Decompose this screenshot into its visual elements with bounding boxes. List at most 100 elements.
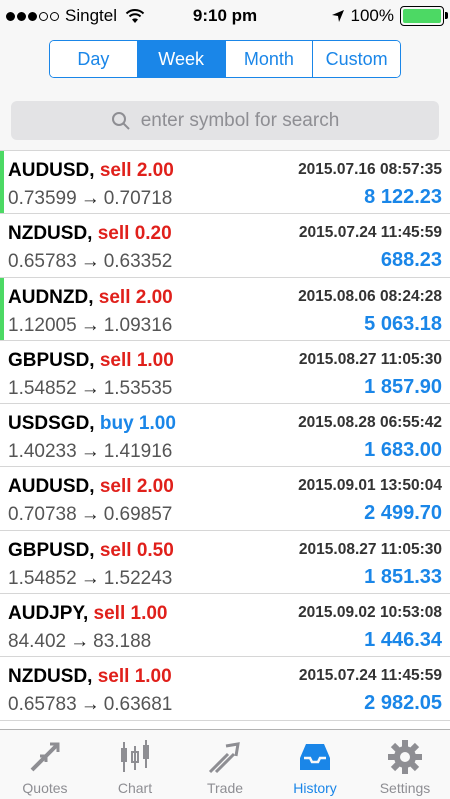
trade-icon — [208, 742, 240, 774]
tab-label: History — [293, 780, 337, 796]
trade-symbol: NZDUSD, — [8, 666, 93, 688]
tab-quotes[interactable]: Quotes — [0, 730, 90, 799]
trade-title: NZDUSD, sell 0.20 — [8, 223, 172, 245]
trade-action: buy 1.00 — [99, 413, 176, 435]
trade-profit: 2 982.05 — [364, 692, 442, 715]
search-placeholder: enter symbol for search — [140, 109, 340, 131]
trade-symbol: AUDUSD, — [8, 160, 95, 181]
tab-history[interactable]: History — [270, 730, 360, 799]
trade-row[interactable]: GBPUSD, sell 1.00 1.54852 → 1.53535 2015.08.… — [0, 341, 450, 405]
trade-profit: 2 499.70 — [364, 502, 442, 525]
trade-prices: 84.402 → 83.188 — [8, 631, 151, 653]
battery-percent: 100% — [350, 6, 394, 25]
close-price: 1.41916 — [103, 441, 173, 463]
trade-profit: 1 446.34 — [364, 629, 442, 652]
trade-title: GBPUSD, sell 0.50 — [8, 540, 174, 562]
trade-row[interactable]: USDSGD, buy 1.00 1.40233 → 1.41916 2015.08.2… — [0, 404, 450, 468]
open-price: 0.65783 — [8, 694, 77, 716]
close-price: 1.53535 — [103, 377, 173, 399]
trade-row[interactable]: NZDUSD, sell 1.00 0.65783 → 0.63681 2015.07.… — [0, 657, 450, 721]
right-arrow-icon: → — [80, 694, 100, 716]
tab-chart[interactable]: Chart — [90, 730, 180, 799]
trade-row[interactable]: AUDUSD, sell 2.00 0.70738 → 0.69857 2015.09.… — [0, 467, 450, 531]
location-arrow-icon — [331, 10, 344, 22]
tab-trade[interactable]: Trade — [180, 730, 270, 799]
period-custom-button[interactable]: Custom — [313, 41, 400, 77]
trade-prices: 0.73599 → 0.70718 — [8, 188, 172, 210]
trade-title: AUDJPY, sell 1.00 — [8, 603, 167, 625]
trade-row-partial[interactable] — [0, 721, 450, 729]
trade-row[interactable]: AUDJPY, sell 1.00 84.402 → 83.188 2015.09.02… — [0, 594, 450, 658]
trade-date: 2015.08.27 11:05:30 — [298, 350, 442, 368]
right-arrow-icon: → — [80, 251, 100, 273]
close-price: 0.69857 — [103, 504, 173, 526]
trade-profit: 1 683.00 — [364, 439, 442, 462]
trade-symbol: GBPUSD, — [8, 539, 95, 561]
history-icon — [300, 744, 330, 770]
close-price: 1.09316 — [103, 314, 173, 336]
trade-row[interactable]: AUDNZD, sell 2.00 1.12005 → 1.09316 2015.08.… — [0, 277, 450, 341]
symbol-search-field[interactable]: enter symbol for search — [11, 101, 439, 140]
right-arrow-icon: → — [80, 377, 100, 399]
trade-prices: 1.12005 → 1.09316 — [8, 315, 172, 337]
trade-date: 2015.09.01 13:50:04 — [298, 477, 442, 495]
trade-date: 2015.07.16 08:57:35 — [298, 161, 442, 178]
trade-date: 2015.08.28 06:55:42 — [298, 414, 442, 432]
quotes-icon — [30, 742, 60, 772]
tab-label: Trade — [206, 780, 244, 796]
close-price: 1.52243 — [103, 567, 173, 589]
trade-prices: 0.65783 → 0.63352 — [8, 251, 172, 273]
open-price: 84.402 — [8, 631, 67, 653]
trade-prices: 0.70738 → 0.69857 — [8, 504, 172, 526]
trade-action: sell 1.00 — [93, 603, 168, 625]
trade-date: 2015.08.06 08:24:28 — [298, 287, 442, 305]
trade-title: USDSGD, buy 1.00 — [8, 413, 176, 435]
close-price: 0.70718 — [103, 188, 173, 209]
right-arrow-icon: → — [80, 441, 100, 463]
trade-action: sell 2.00 — [99, 160, 174, 181]
period-day-button[interactable]: Day — [50, 41, 138, 77]
period-selector: Day Week Month Custom — [49, 40, 401, 78]
close-price: 0.63681 — [103, 694, 173, 716]
right-arrow-icon: → — [80, 188, 100, 209]
trade-row[interactable]: NZDUSD, sell 0.20 0.65783 → 0.63352 2015.07.… — [0, 214, 450, 278]
trade-history-list[interactable]: AUDUSD, sell 2.00 0.73599 → 0.70718 2015.07.… — [0, 150, 450, 729]
trade-date: 2015.08.27 11:05:30 — [298, 540, 442, 558]
period-month-button[interactable]: Month — [225, 41, 314, 77]
trade-symbol: USDSGD, — [8, 413, 95, 435]
trade-row[interactable]: GBPUSD, sell 0.50 1.54852 → 1.52243 2015.08.… — [0, 531, 450, 595]
trade-symbol: AUDJPY, — [8, 603, 89, 625]
trade-row[interactable]: AUDUSD, sell 2.00 0.73599 → 0.70718 2015.07.… — [0, 151, 450, 215]
right-arrow-icon: → — [80, 504, 100, 526]
tab-settings[interactable]: Settings — [360, 730, 450, 799]
trade-title: AUDUSD, sell 2.00 — [8, 476, 174, 498]
trade-title: AUDNZD, sell 2.00 — [8, 287, 173, 309]
period-week-button[interactable]: Week — [137, 41, 226, 77]
trade-symbol: AUDUSD, — [8, 476, 95, 498]
status-bar: Singtel 9:10 pm 100% — [0, 0, 450, 32]
trade-profit: 5 063.18 — [364, 312, 442, 335]
open-price: 1.40233 — [8, 441, 77, 463]
trade-date: 2015.07.24 11:45:59 — [298, 224, 442, 242]
settings-icon — [388, 740, 422, 774]
trade-action: sell 0.50 — [99, 539, 174, 561]
trade-profit: 1 851.33 — [364, 565, 442, 588]
open-price: 1.54852 — [8, 377, 77, 399]
trade-prices: 1.40233 → 1.41916 — [8, 441, 172, 463]
open-price: 0.70738 — [8, 504, 77, 526]
trade-title: AUDUSD, sell 2.00 — [8, 160, 174, 182]
trade-profit: 688.23 — [380, 249, 442, 272]
trade-symbol: NZDUSD, — [8, 223, 93, 245]
trade-action: sell 1.00 — [99, 349, 174, 371]
trade-action: sell 2.00 — [99, 476, 174, 498]
trade-title: GBPUSD, sell 1.00 — [8, 350, 174, 372]
chart-icon — [121, 740, 149, 772]
right-arrow-icon: → — [80, 314, 100, 336]
trade-action: sell 1.00 — [97, 666, 172, 688]
open-price: 1.54852 — [8, 567, 77, 589]
close-price: 0.63352 — [103, 251, 173, 273]
right-arrow-icon: → — [70, 631, 90, 653]
trade-action: sell 0.20 — [97, 223, 172, 245]
trade-date: 2015.07.24 11:45:59 — [298, 667, 442, 685]
open-price: 0.73599 — [8, 188, 77, 209]
